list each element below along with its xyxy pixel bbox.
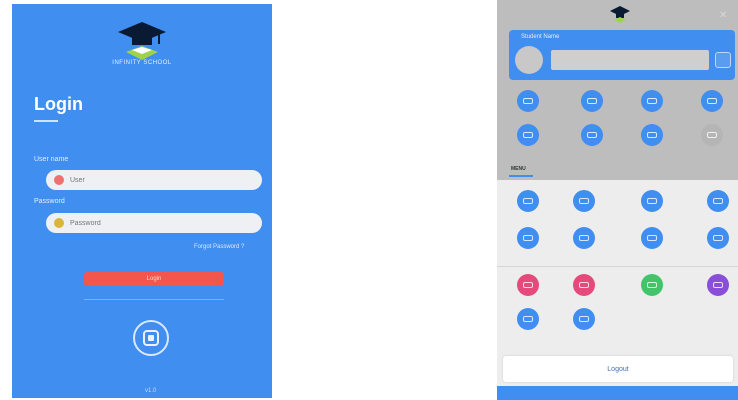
profile-name: Student Name bbox=[521, 34, 560, 40]
grid-item-attendance[interactable] bbox=[627, 90, 677, 112]
password-field[interactable] bbox=[46, 213, 262, 233]
timetable-icon bbox=[701, 90, 723, 112]
divider bbox=[84, 299, 224, 300]
grid-item-dashboard[interactable] bbox=[503, 90, 553, 112]
login-button[interactable]: Login bbox=[84, 272, 224, 286]
grid-item-assignment[interactable] bbox=[559, 227, 609, 249]
section-divider bbox=[497, 266, 738, 267]
forgot-password-link[interactable]: Forgot Password ? bbox=[194, 244, 244, 250]
library-icon bbox=[707, 190, 729, 212]
grid-item-events[interactable] bbox=[503, 190, 553, 212]
gallery-icon bbox=[573, 190, 595, 212]
grid-item-about[interactable] bbox=[559, 308, 609, 330]
username-label: User name bbox=[34, 156, 69, 163]
fingerprint-icon bbox=[143, 330, 159, 346]
title-underline bbox=[34, 120, 58, 122]
grid-item-calendar[interactable] bbox=[627, 190, 677, 212]
calendar-icon bbox=[641, 190, 663, 212]
exam-icon bbox=[517, 124, 539, 146]
version-label: v1.0 bbox=[145, 388, 157, 394]
games-icon bbox=[707, 274, 729, 296]
tab-indicator bbox=[509, 175, 533, 177]
close-icon[interactable]: ✕ bbox=[719, 10, 727, 21]
user-icon bbox=[54, 175, 64, 185]
grid-item-settings[interactable] bbox=[503, 308, 553, 330]
leave-icon bbox=[641, 227, 663, 249]
dashboard-icon bbox=[517, 90, 539, 112]
grid-item-results[interactable] bbox=[693, 227, 738, 249]
homework-icon bbox=[581, 124, 603, 146]
events-icon bbox=[517, 190, 539, 212]
grid-item-gallery[interactable] bbox=[559, 190, 609, 212]
message-icon bbox=[573, 274, 595, 296]
fees-icon bbox=[701, 124, 723, 146]
grid-item-gift[interactable] bbox=[627, 274, 677, 296]
assignment-icon bbox=[573, 227, 595, 249]
grid-item-notice[interactable] bbox=[627, 124, 677, 146]
grid-item-transport[interactable] bbox=[503, 227, 553, 249]
page-title: Login bbox=[34, 94, 83, 114]
settings-icon bbox=[517, 308, 539, 330]
avatar[interactable] bbox=[515, 46, 543, 74]
grid-item-exam[interactable] bbox=[503, 124, 553, 146]
grid-item-message[interactable] bbox=[559, 274, 609, 296]
profile-card: Student Name bbox=[509, 30, 735, 80]
graduation-cap-logo-icon bbox=[610, 6, 630, 23]
profile-info-bar bbox=[551, 50, 709, 70]
grid-item-games[interactable] bbox=[693, 274, 738, 296]
grid-item-library[interactable] bbox=[693, 190, 738, 212]
grid-item-homework[interactable] bbox=[567, 124, 617, 146]
login-screen: INFINITY SCHOOL Login User name Password… bbox=[12, 4, 272, 398]
grid-item-chat[interactable] bbox=[503, 274, 553, 296]
dashboard-screen: ✕ Student Name MENU Logout bbox=[497, 0, 738, 400]
chat-icon bbox=[517, 274, 539, 296]
password-input[interactable] bbox=[70, 219, 240, 227]
grid-item-timetable[interactable] bbox=[687, 90, 737, 112]
graduation-cap-logo-icon bbox=[118, 22, 166, 60]
transport-icon bbox=[517, 227, 539, 249]
gift-icon bbox=[641, 274, 663, 296]
lock-icon bbox=[54, 218, 64, 228]
about-icon bbox=[573, 308, 595, 330]
logo-text: INFINITY SCHOOL bbox=[112, 60, 172, 66]
logout-button[interactable]: Logout bbox=[503, 356, 733, 382]
fingerprint-button[interactable] bbox=[133, 320, 169, 356]
grid-item-leave[interactable] bbox=[627, 227, 677, 249]
attendance-icon bbox=[641, 90, 663, 112]
tab-menu[interactable]: MENU bbox=[511, 166, 526, 172]
profile-action-button[interactable] bbox=[715, 52, 731, 68]
username-input[interactable] bbox=[70, 176, 240, 184]
username-field[interactable] bbox=[46, 170, 262, 190]
results-icon bbox=[707, 227, 729, 249]
grid-item-profile[interactable] bbox=[567, 90, 617, 112]
bottom-strip bbox=[497, 386, 738, 400]
password-label: Password bbox=[34, 198, 65, 205]
notice-icon bbox=[641, 124, 663, 146]
profile-icon bbox=[581, 90, 603, 112]
grid-item-fees[interactable] bbox=[687, 124, 737, 146]
